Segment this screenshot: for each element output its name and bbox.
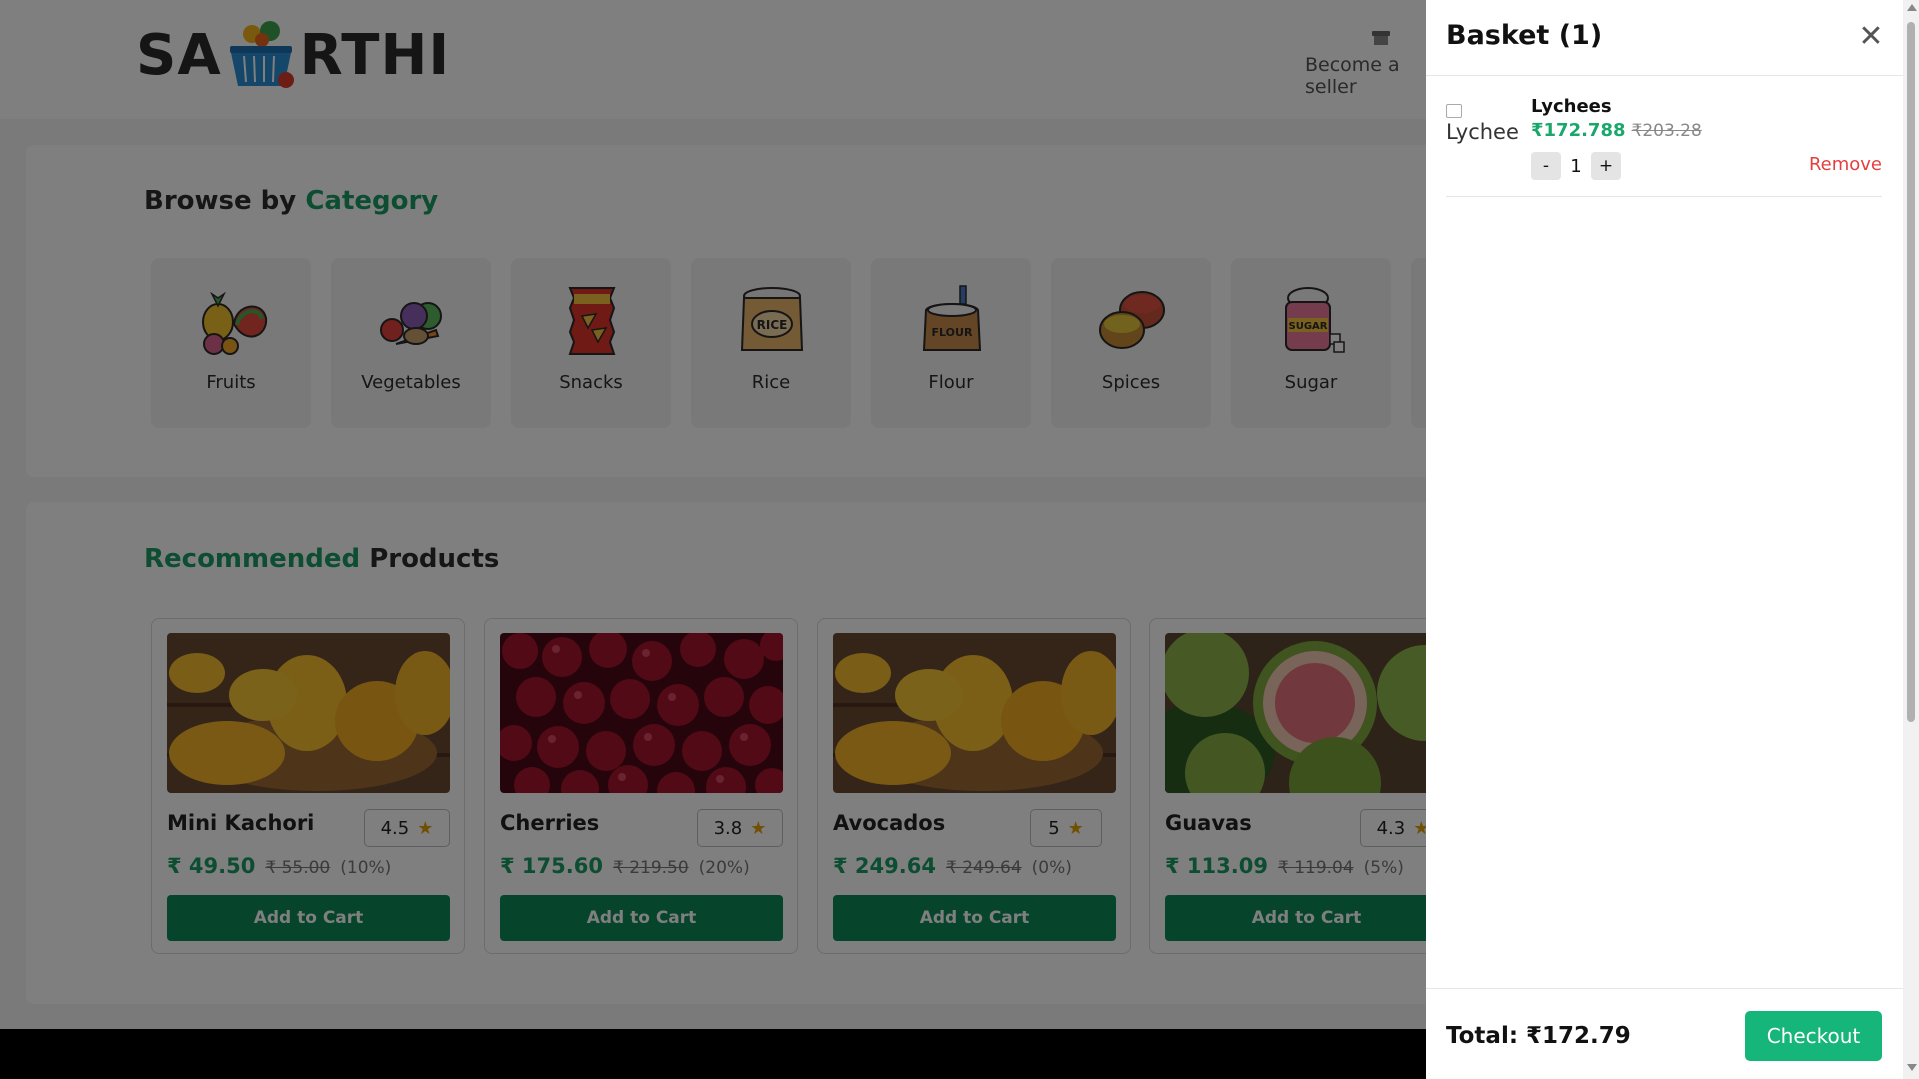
broken-image-glyph bbox=[1446, 104, 1462, 118]
basket-item-prices: ₹172.788 ₹203.28 bbox=[1531, 120, 1702, 141]
scroll-down-arrow-icon[interactable] bbox=[1907, 1064, 1917, 1071]
basket-footer: Total: ₹172.79 Checkout bbox=[1426, 988, 1903, 1079]
basket-item-old-price: ₹203.28 bbox=[1631, 121, 1702, 141]
scrollbar[interactable] bbox=[1903, 0, 1919, 1079]
remove-item-button[interactable]: Remove bbox=[1809, 154, 1882, 175]
scrollbar-thumb[interactable] bbox=[1907, 22, 1915, 722]
basket-item-image-alt: Lychee bbox=[1446, 120, 1519, 144]
quantity-value: 1 bbox=[1570, 155, 1582, 177]
basket-title: Basket (1) bbox=[1446, 20, 1603, 51]
basket-drawer: Basket (1) ✕ Lychee Lychees ₹172.788 ₹20… bbox=[1426, 0, 1903, 1079]
basket-item: Lychee Lychees ₹172.788 ₹203.28 - 1 + Re… bbox=[1446, 94, 1882, 197]
decrease-quantity-button[interactable]: - bbox=[1531, 152, 1561, 180]
broken-image-icon: Lychee bbox=[1446, 104, 1522, 150]
quantity-stepper: - 1 + bbox=[1531, 152, 1621, 180]
basket-item-name: Lychees bbox=[1531, 96, 1612, 117]
scroll-up-arrow-icon[interactable] bbox=[1907, 4, 1917, 11]
footer-band bbox=[0, 1029, 1426, 1079]
basket-header: Basket (1) ✕ bbox=[1426, 0, 1903, 76]
close-icon[interactable]: ✕ bbox=[1856, 22, 1886, 52]
backdrop-overlay[interactable] bbox=[0, 0, 1426, 1079]
increase-quantity-button[interactable]: + bbox=[1591, 152, 1621, 180]
basket-total: Total: ₹172.79 bbox=[1446, 1023, 1631, 1049]
checkout-button[interactable]: Checkout bbox=[1745, 1011, 1882, 1061]
basket-item-price: ₹172.788 bbox=[1531, 120, 1626, 141]
